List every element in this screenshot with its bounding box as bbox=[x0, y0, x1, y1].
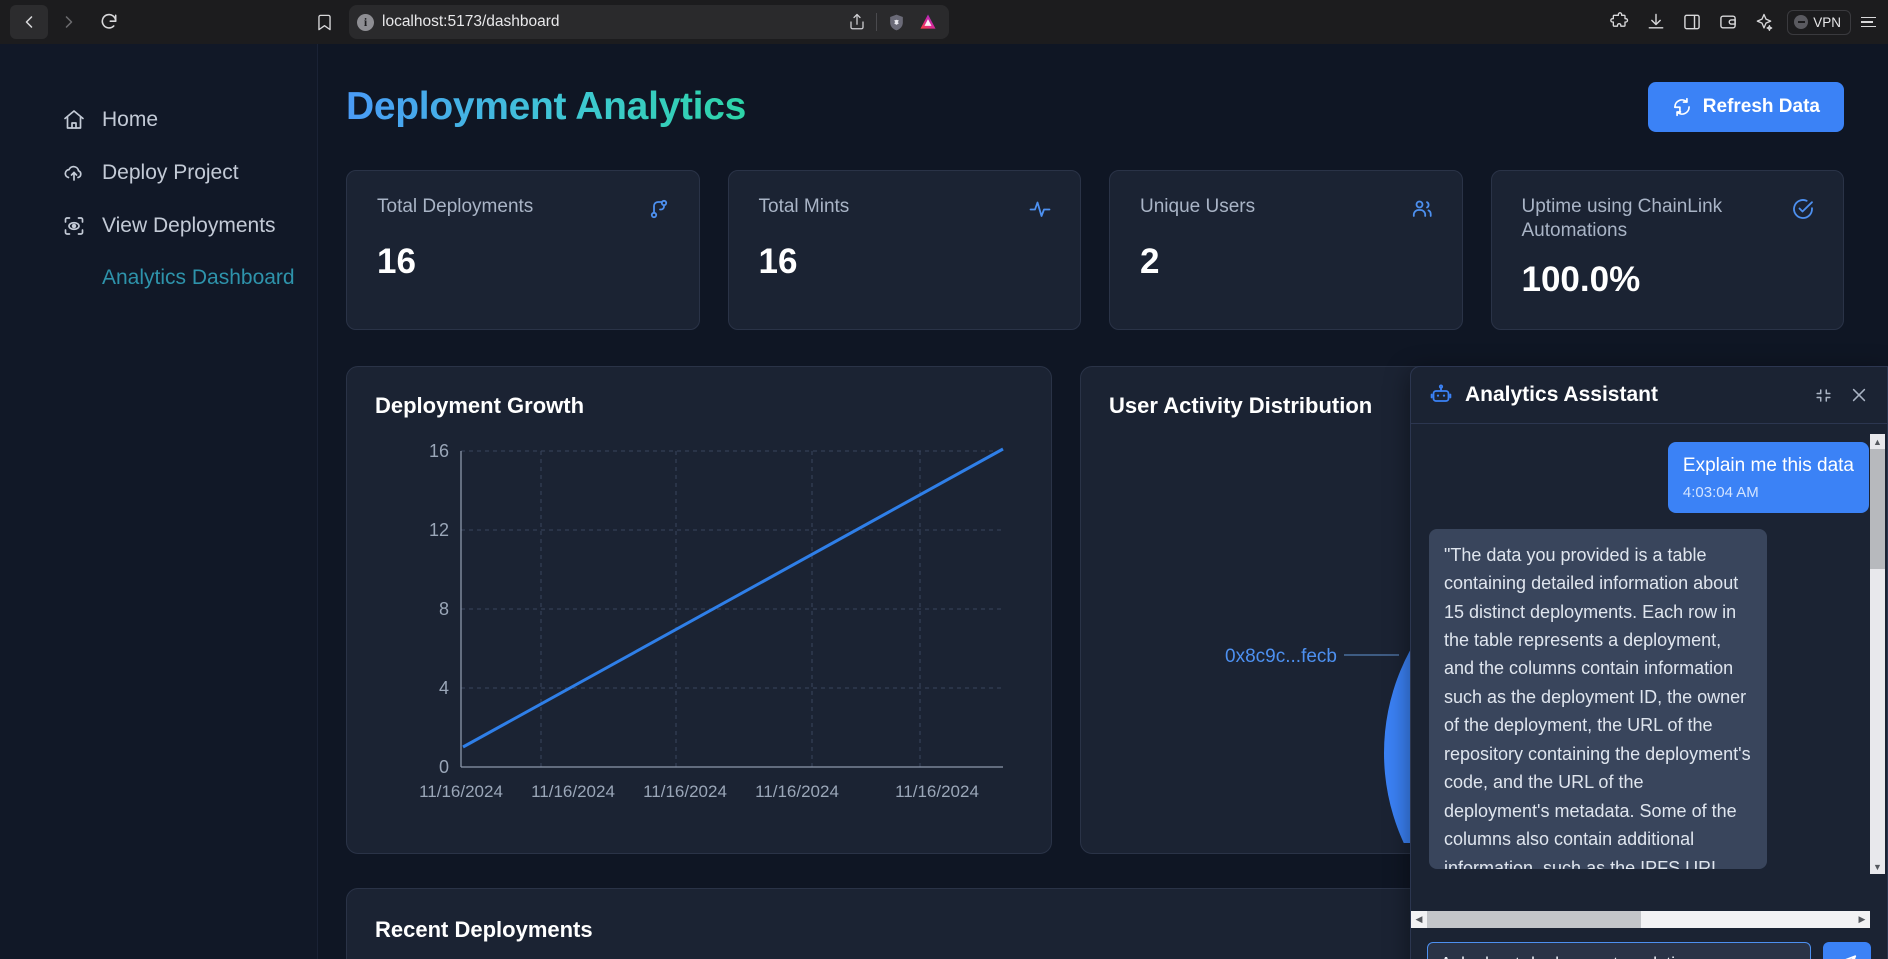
y-tick-label: 16 bbox=[429, 441, 449, 461]
sidebar-toggle-icon[interactable] bbox=[1679, 9, 1705, 35]
git-branch-icon bbox=[647, 197, 671, 226]
x-tick-label: 11/16/2024 bbox=[531, 782, 615, 801]
stat-value: 16 bbox=[377, 242, 416, 281]
vpn-button[interactable]: VPN bbox=[1787, 9, 1851, 35]
brave-rewards-icon[interactable] bbox=[915, 9, 941, 35]
refresh-icon bbox=[1672, 97, 1692, 117]
x-tick-label: 11/16/2024 bbox=[419, 782, 503, 801]
chart-title: Deployment Growth bbox=[375, 393, 585, 418]
url-text: localhost:5173/dashboard bbox=[382, 13, 560, 30]
downloads-icon[interactable] bbox=[1643, 9, 1669, 35]
check-circle-icon bbox=[1791, 197, 1815, 226]
app-shell: Home Deploy Project View Deployments Ana… bbox=[0, 44, 1888, 959]
browser-actions: VPN bbox=[1607, 9, 1878, 35]
robot-icon bbox=[1429, 383, 1453, 407]
stat-value: 16 bbox=[758, 242, 798, 281]
chart-gridlines bbox=[461, 450, 1003, 767]
x-tick-label: 11/16/2024 bbox=[755, 782, 839, 801]
share-icon[interactable] bbox=[844, 9, 870, 35]
analytics-assistant-panel: Analytics Assistant Explain me this data… bbox=[1410, 366, 1888, 959]
stat-label: Total Deployments bbox=[377, 196, 534, 217]
x-tick-label: 11/16/2024 bbox=[643, 782, 727, 801]
vpn-status-icon bbox=[1794, 15, 1809, 29]
chat-message-assistant: "The data you provided is a table contai… bbox=[1429, 528, 1767, 869]
stat-label: Unique Users bbox=[1140, 196, 1256, 217]
chat-horizontal-scrollbar[interactable]: ◀ ▶ bbox=[1411, 911, 1870, 928]
sidebar: Home Deploy Project View Deployments Ana… bbox=[0, 44, 318, 959]
reload-button[interactable] bbox=[90, 5, 128, 39]
stat-card-total-deployments: Total Deployments 16 bbox=[346, 170, 700, 330]
browser-menu-icon[interactable] bbox=[1861, 16, 1878, 28]
y-tick-label: 0 bbox=[439, 757, 449, 777]
deployment-growth-card: Deployment Growth 16 12 8 4 0 11/16/2024… bbox=[346, 366, 1052, 854]
address-bar[interactable]: i localhost:5173/dashboard bbox=[349, 5, 949, 39]
bookmark-icon[interactable] bbox=[305, 5, 343, 39]
users-icon bbox=[1410, 197, 1434, 226]
toolbar-divider bbox=[876, 13, 877, 31]
cloud-upload-icon bbox=[62, 161, 86, 185]
chat-message-text: Explain me this data bbox=[1682, 455, 1854, 476]
brave-shields-icon[interactable] bbox=[883, 9, 909, 35]
sidebar-item-label: View Deployments bbox=[102, 213, 276, 237]
home-icon bbox=[62, 108, 86, 132]
chat-message-user: Explain me this data 4:03:04 AM bbox=[1667, 442, 1869, 513]
pie-slice-label: 0x8c9c...fecb bbox=[1225, 646, 1337, 667]
sidebar-item-label: Deploy Project bbox=[102, 160, 239, 184]
scroll-down-arrow-icon[interactable]: ▼ bbox=[1870, 859, 1885, 874]
analytics-icon bbox=[62, 267, 86, 291]
minimize-icon[interactable] bbox=[1814, 386, 1833, 405]
sidebar-item-deploy-project[interactable]: Deploy Project bbox=[0, 147, 317, 200]
stat-card-uptime-chainlink: Uptime using ChainLink Automations 100.0… bbox=[1490, 170, 1844, 330]
y-tick-label: 4 bbox=[439, 678, 449, 698]
vertical-scroll-thumb[interactable] bbox=[1870, 449, 1885, 569]
stat-label: Total Mints bbox=[758, 196, 850, 217]
forward-button[interactable] bbox=[50, 5, 88, 39]
browser-toolbar: i localhost:5173/dashboard VPN bbox=[0, 0, 1888, 44]
y-tick-label: 8 bbox=[439, 599, 449, 619]
horizontal-scroll-thumb[interactable] bbox=[1427, 911, 1641, 928]
send-button[interactable] bbox=[1823, 942, 1871, 959]
chat-input-row bbox=[1411, 928, 1887, 959]
sidebar-item-analytics-dashboard[interactable]: Analytics Dashboard bbox=[0, 252, 317, 305]
leo-ai-icon[interactable] bbox=[1751, 9, 1777, 35]
stat-label: Uptime using ChainLink Automations bbox=[1521, 196, 1723, 242]
stat-card-unique-users: Unique Users 2 bbox=[1109, 170, 1463, 330]
chat-message-list: Explain me this data 4:03:04 AM "The dat… bbox=[1411, 424, 1887, 911]
sidebar-item-view-deployments[interactable]: View Deployments bbox=[0, 200, 317, 253]
chat-vertical-scrollbar[interactable]: ▲ ▼ bbox=[1870, 434, 1885, 874]
activity-pulse-icon bbox=[1028, 197, 1052, 226]
stat-value: 100.0% bbox=[1521, 259, 1641, 299]
chat-input[interactable] bbox=[1427, 942, 1811, 959]
back-button[interactable] bbox=[10, 5, 48, 39]
main-content: Deployment Analytics Refresh Data Total … bbox=[318, 44, 1888, 959]
chat-message-timestamp: 4:03:04 AM bbox=[1682, 483, 1759, 501]
page-title: Deployment Analytics bbox=[346, 85, 746, 128]
site-info-icon[interactable]: i bbox=[357, 13, 374, 31]
send-icon bbox=[1836, 953, 1858, 959]
refresh-button-label: Refresh Data bbox=[1702, 96, 1820, 117]
scroll-up-arrow-icon[interactable]: ▲ bbox=[1870, 434, 1885, 449]
x-tick-label: 11/16/2024 bbox=[895, 782, 979, 801]
wallet-icon[interactable] bbox=[1715, 9, 1741, 35]
sidebar-item-label: Analytics Dashboard bbox=[102, 266, 295, 290]
stat-value: 2 bbox=[1140, 242, 1160, 281]
chart-line-series bbox=[462, 447, 1004, 749]
y-tick-label: 12 bbox=[429, 520, 449, 540]
refresh-data-button[interactable]: Refresh Data bbox=[1647, 82, 1844, 132]
eye-scan-icon bbox=[62, 214, 86, 238]
page-header: Deployment Analytics Refresh Data bbox=[346, 82, 1844, 132]
deployment-growth-chart: 16 12 8 4 0 11/16/2024 11/16/2024 11/16/… bbox=[419, 441, 1004, 801]
stat-cards-row: Total Deployments 16 Total Mints 16 Uniq… bbox=[346, 170, 1844, 330]
vpn-label: VPN bbox=[1813, 14, 1841, 30]
stat-card-total-mints: Total Mints 16 bbox=[727, 170, 1081, 330]
sidebar-item-home[interactable]: Home bbox=[0, 94, 317, 147]
sidebar-item-label: Home bbox=[102, 108, 159, 131]
close-icon[interactable] bbox=[1849, 385, 1869, 405]
scroll-right-arrow-icon[interactable]: ▶ bbox=[1854, 911, 1870, 928]
extensions-icon[interactable] bbox=[1607, 9, 1633, 35]
chat-panel-header: Analytics Assistant bbox=[1411, 367, 1887, 424]
scroll-left-arrow-icon[interactable]: ◀ bbox=[1411, 911, 1427, 928]
chat-panel-title: Analytics Assistant bbox=[1465, 383, 1658, 406]
